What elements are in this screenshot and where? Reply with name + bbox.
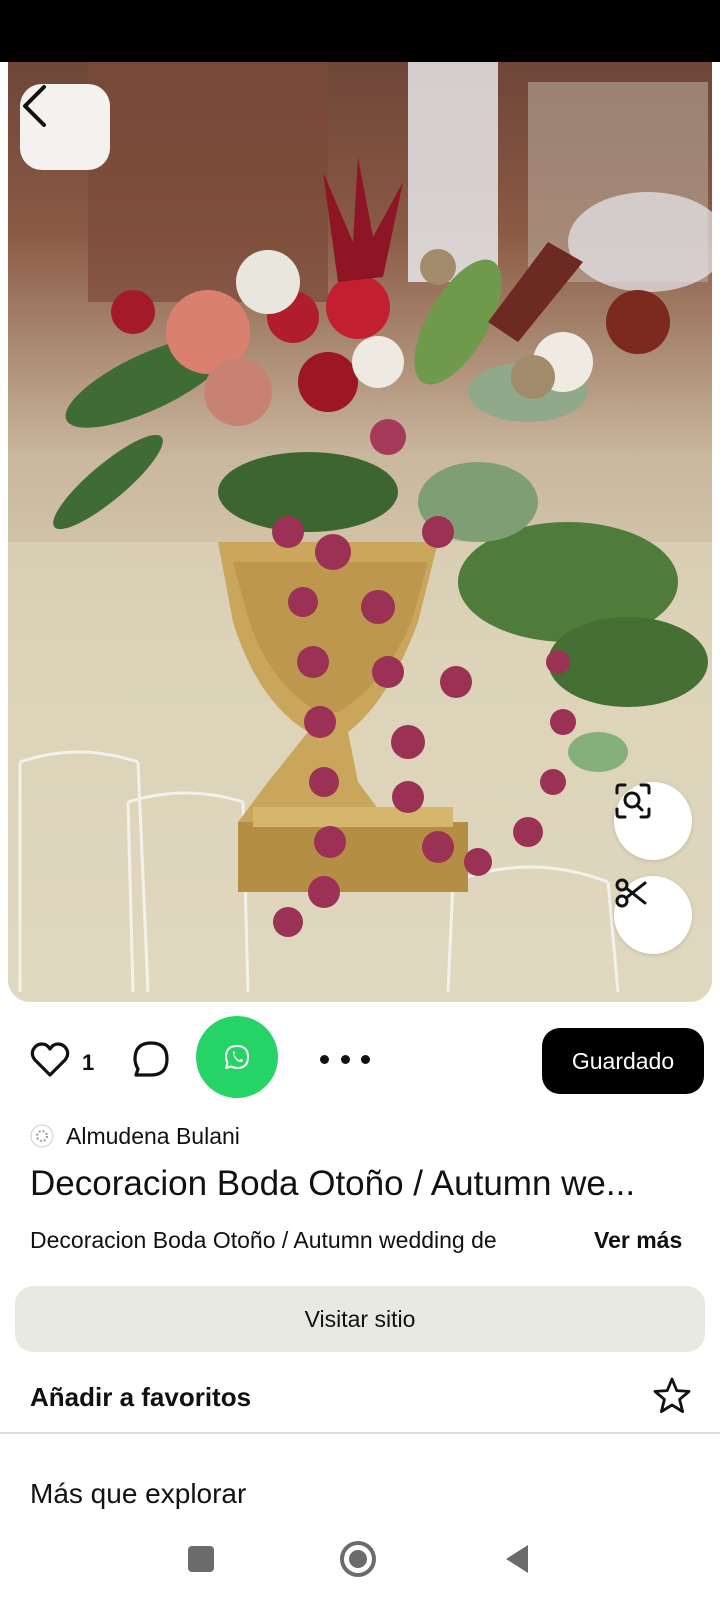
visit-site-button[interactable]: Visitar sitio <box>15 1286 705 1352</box>
star-icon[interactable] <box>652 1376 692 1416</box>
cutout-button[interactable] <box>614 876 692 954</box>
more-options-button[interactable] <box>320 1044 370 1074</box>
whatsapp-share-button[interactable] <box>196 1016 278 1098</box>
chevron-left-icon <box>23 85 46 127</box>
status-bar <box>0 0 720 62</box>
home-button[interactable] <box>338 1539 378 1579</box>
pin-image[interactable] <box>8 62 712 1002</box>
system-nav-bar <box>0 1520 720 1600</box>
pin-title: Decoracion Boda Otoño / Autumn we... <box>30 1164 636 1203</box>
comment-icon[interactable] <box>132 1040 170 1078</box>
author-row[interactable]: Almudena Bulani <box>30 1118 240 1154</box>
like-count: 1 <box>82 1050 95 1075</box>
add-to-favorites-label: Añadir a favoritos <box>30 1382 252 1412</box>
system-back-button[interactable] <box>502 1542 532 1576</box>
avatar <box>30 1124 54 1148</box>
more-to-explore-heading: Más que explorar <box>30 1478 247 1509</box>
add-to-favorites-row[interactable]: Añadir a favoritos <box>0 1370 720 1432</box>
back-button[interactable] <box>20 84 110 170</box>
see-more-link[interactable]: Ver más <box>594 1227 682 1254</box>
pin-actions: 1 Guardado <box>0 1016 720 1106</box>
saved-button[interactable]: Guardado <box>542 1028 704 1094</box>
heart-icon[interactable] <box>30 1042 70 1078</box>
lens-search-icon <box>615 783 651 819</box>
centerpiece-photo <box>8 62 712 1002</box>
recents-button[interactable] <box>188 1546 214 1572</box>
scissors-icon <box>615 878 647 908</box>
divider <box>0 1432 720 1434</box>
author-name: Almudena Bulani <box>66 1122 240 1149</box>
visual-search-button[interactable] <box>614 782 692 860</box>
whatsapp-icon <box>225 1045 249 1069</box>
pin-description: Decoracion Boda Otoño / Autumn wedding d… <box>30 1227 497 1253</box>
